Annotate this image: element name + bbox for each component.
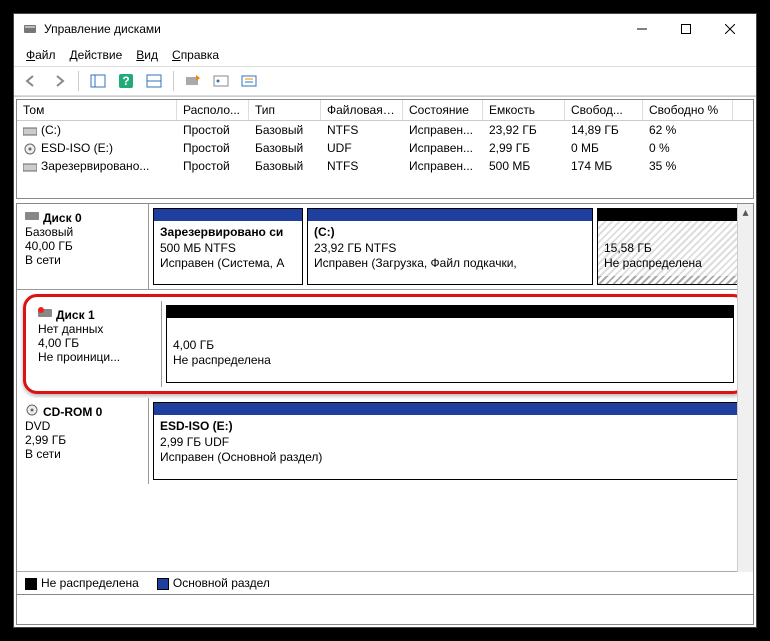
disk-info: CD-ROM 0 DVD 2,99 ГБ В сети — [17, 398, 149, 484]
disk-row-1[interactable]: Диск 1 Нет данных 4,00 ГБ Не проиници...… — [30, 301, 740, 387]
menu-file[interactable]: Файл — [20, 46, 62, 64]
disc-icon — [23, 143, 37, 155]
col-freepct[interactable]: Свободно % — [643, 100, 733, 120]
partition[interactable]: Зарезервировано си500 МБ NTFSИсправен (С… — [153, 208, 303, 285]
volume-row[interactable]: ESD-ISO (E:) Простой Базовый UDF Исправе… — [17, 139, 753, 157]
legend-swatch-primary — [157, 578, 169, 590]
close-button[interactable] — [708, 15, 752, 43]
svg-text:?: ? — [122, 74, 129, 88]
col-capacity[interactable]: Емкость — [483, 100, 565, 120]
volume-row[interactable]: (C:) Простой Базовый NTFS Исправен... 23… — [17, 121, 753, 139]
partition-unallocated[interactable]: 4,00 ГБНе распределена — [166, 305, 734, 383]
menu-help[interactable]: Справка — [166, 46, 225, 64]
disk-graphical-panel: ▴ Диск 0 Базовый 40,00 ГБ В сети Зарезер… — [16, 203, 754, 595]
toolbar-icon-3[interactable] — [210, 70, 232, 92]
window-title: Управление дисками — [44, 22, 620, 36]
scroll-up-icon[interactable]: ▴ — [738, 204, 753, 220]
highlighted-disk: Диск 1 Нет данных 4,00 ГБ Не проиници...… — [23, 294, 747, 394]
col-volume[interactable]: Том — [17, 100, 177, 120]
col-status[interactable]: Состояние — [403, 100, 483, 120]
disc-icon — [25, 404, 39, 419]
help-icon[interactable]: ? — [115, 70, 137, 92]
partition[interactable]: (C:)23,92 ГБ NTFSИсправен (Загрузка, Фай… — [307, 208, 593, 285]
drive-icon — [23, 125, 37, 137]
col-layout[interactable]: Располо... — [177, 100, 249, 120]
col-fs[interactable]: Файловая с... — [321, 100, 403, 120]
disk-icon — [25, 210, 39, 225]
scrollbar-vertical[interactable]: ▴ — [737, 204, 753, 572]
drive-icon — [23, 161, 37, 173]
partition[interactable]: ESD-ISO (E:)2,99 ГБ UDFИсправен (Основно… — [153, 402, 747, 480]
back-button[interactable] — [20, 70, 42, 92]
app-icon — [22, 21, 38, 37]
volume-header: Том Располо... Тип Файловая с... Состоян… — [17, 100, 753, 121]
menu-view[interactable]: Вид — [130, 46, 164, 64]
disk-management-window: Управление дисками Файл Действие Вид Спр… — [13, 13, 757, 628]
partition-unallocated[interactable]: 15,58 ГБНе распределена — [597, 208, 747, 285]
refresh-icon[interactable] — [182, 70, 204, 92]
volume-list[interactable]: Том Располо... Тип Файловая с... Состоян… — [16, 99, 754, 199]
volume-row[interactable]: Зарезервировано... Простой Базовый NTFS … — [17, 157, 753, 175]
toolbar-icon-2[interactable] — [143, 70, 165, 92]
maximize-button[interactable] — [664, 15, 708, 43]
col-free[interactable]: Свобод... — [565, 100, 643, 120]
content-area: Том Располо... Тип Файловая с... Состоян… — [14, 96, 756, 627]
disk-info: Диск 0 Базовый 40,00 ГБ В сети — [17, 204, 149, 289]
toolbar-icon-4[interactable] — [238, 70, 260, 92]
menubar: Файл Действие Вид Справка — [14, 44, 756, 66]
disk-info: Диск 1 Нет данных 4,00 ГБ Не проиници... — [30, 301, 162, 387]
forward-button[interactable] — [48, 70, 70, 92]
menu-action[interactable]: Действие — [64, 46, 129, 64]
legend: Не распределена Основной раздел — [17, 571, 753, 594]
disk-row-cdrom[interactable]: CD-ROM 0 DVD 2,99 ГБ В сети ESD-ISO (E:)… — [17, 398, 753, 484]
minimize-button[interactable] — [620, 15, 664, 43]
toolbar: ? — [14, 66, 756, 96]
titlebar: Управление дисками — [14, 14, 756, 44]
disk-row-0[interactable]: Диск 0 Базовый 40,00 ГБ В сети Зарезерви… — [17, 204, 753, 290]
toolbar-icon-1[interactable] — [87, 70, 109, 92]
disk-error-icon — [38, 307, 52, 322]
bottom-pane — [16, 595, 754, 625]
legend-swatch-unallocated — [25, 578, 37, 590]
col-type[interactable]: Тип — [249, 100, 321, 120]
